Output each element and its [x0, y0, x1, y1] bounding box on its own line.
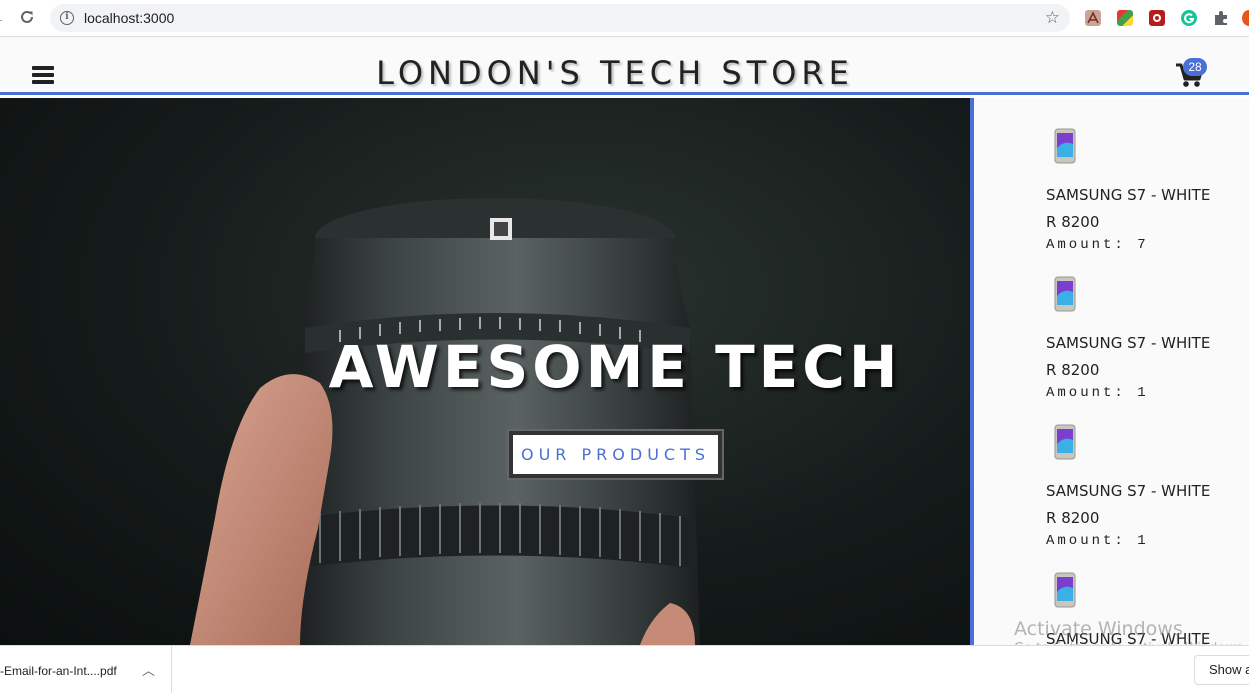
cart-item[interactable]: SAMSUNG S7 - WHITE R 8200 Amount: 7 — [1046, 128, 1246, 276]
colorful-extension-icon[interactable] — [1117, 10, 1133, 26]
pdf-extension-icon[interactable] — [1085, 10, 1101, 26]
cart-item-price: R 8200 — [1046, 509, 1100, 527]
cart-item-name: SAMSUNG S7 - WHITE — [1046, 482, 1211, 500]
app-header: LONDON'S TECH STORE 28 — [0, 37, 1249, 95]
cart-item-price: R 8200 — [1046, 213, 1100, 231]
red-extension-icon[interactable] — [1149, 10, 1165, 26]
store-title: LONDON'S TECH STORE — [376, 54, 854, 92]
profile-avatar[interactable] — [1242, 10, 1249, 26]
star-icon[interactable]: ☆ — [1045, 8, 1060, 28]
cart-item-amount: Amount: 7 — [1046, 237, 1149, 253]
our-products-button-frame: OUR PRODUCTS — [507, 429, 724, 480]
download-file-name: -Email-for-an-Int....pdf — [0, 664, 117, 678]
cart-count-badge: 28 — [1183, 58, 1207, 76]
cart-button[interactable]: 28 — [1175, 58, 1209, 91]
chevron-up-icon[interactable]: ︿ — [142, 660, 155, 679]
phone-thumbnail — [1054, 128, 1076, 164]
cart-item-price: R 8200 — [1046, 361, 1100, 379]
cart-item[interactable]: SAMSUNG S7 - WHITE R 8200 Amount: 1 — [1046, 276, 1246, 424]
cart-item-amount: Amount: 1 — [1046, 385, 1149, 401]
puzzle-icon[interactable] — [1213, 10, 1229, 26]
cart-item-amount: Amount: 1 — [1046, 533, 1149, 549]
download-item[interactable]: -Email-for-an-Int....pdf ︿ — [0, 646, 172, 693]
url-text: localhost:3000 — [84, 10, 175, 26]
cart-item-name: SAMSUNG S7 - WHITE — [1046, 186, 1211, 204]
phone-thumbnail — [1054, 424, 1076, 460]
show-all-button[interactable]: Show a — [1194, 655, 1249, 685]
cart-sidebar: SAMSUNG S7 - WHITE R 8200 Amount: 7 SAMS… — [970, 98, 1249, 645]
watermark-title: Activate Windows — [1014, 618, 1183, 640]
back-icon[interactable]: ← — [0, 8, 8, 30]
cart-item-name: SAMSUNG S7 - WHITE — [1046, 334, 1211, 352]
download-bar: -Email-for-an-Int....pdf ︿ Show a — [0, 645, 1249, 693]
address-bar[interactable]: i localhost:3000 ☆ — [50, 4, 1070, 32]
info-icon[interactable]: i — [60, 11, 74, 25]
reload-icon[interactable] — [16, 8, 38, 30]
browser-toolbar: ← i localhost:3000 ☆ — [0, 0, 1249, 37]
our-products-button[interactable]: OUR PRODUCTS — [513, 435, 718, 474]
cart-item[interactable]: SAMSUNG S7 - WHITE R 8200 Amount: 1 — [1046, 424, 1246, 572]
phone-thumbnail — [1054, 276, 1076, 312]
phone-thumbnail — [1054, 572, 1076, 608]
grammarly-icon[interactable] — [1181, 10, 1197, 26]
